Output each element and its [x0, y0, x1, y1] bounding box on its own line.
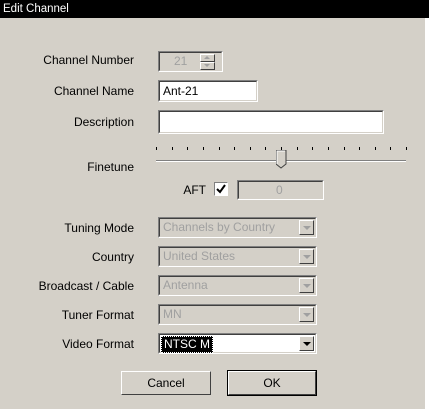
aft-value-field: 0: [237, 180, 324, 200]
window-title: Edit Channel: [3, 3, 69, 15]
channel-name-value: Ant-21: [163, 84, 199, 98]
channel-number-value: 21: [174, 54, 188, 68]
tuner-format-select[interactable]: MN: [158, 304, 317, 325]
slider-tick: [172, 147, 173, 150]
country-value: United States: [163, 249, 236, 263]
country-select[interactable]: United States: [158, 246, 317, 267]
broadcast-cable-label: Broadcast / Cable: [38, 279, 134, 293]
aft-checkbox[interactable]: [214, 182, 228, 196]
slider-tick: [219, 147, 220, 150]
video-format-label: Video Format: [62, 337, 134, 351]
tuning-mode-label: Tuning Mode: [64, 221, 134, 235]
chevron-down-icon[interactable]: [299, 249, 314, 264]
chevron-down-icon[interactable]: [299, 307, 314, 322]
slider-tick: [312, 147, 313, 150]
channel-name-label: Channel Name: [53, 84, 134, 98]
slider-thumb-icon[interactable]: [275, 149, 287, 169]
edit-channel-dialog: Channel Number 21 Channel Name Ant-21 De…: [0, 18, 425, 409]
cancel-button[interactable]: Cancel: [121, 371, 211, 395]
slider-tick: [203, 147, 204, 150]
description-input[interactable]: [158, 110, 384, 134]
slider-tick: [265, 147, 266, 150]
slider-tick: [250, 147, 251, 150]
slider-tick: [344, 147, 345, 150]
tuning-mode-select[interactable]: Channels by Country: [158, 217, 317, 238]
spinner-down-icon[interactable]: [200, 62, 215, 70]
chevron-down-icon[interactable]: [299, 220, 314, 235]
aft-value: 0: [276, 183, 283, 197]
broadcast-cable-select[interactable]: Antenna: [158, 275, 317, 296]
spinner-up-icon[interactable]: [200, 54, 215, 62]
title-bar: Edit Channel: [0, 0, 429, 18]
window-edge: [425, 18, 429, 409]
channel-number-spinner[interactable]: 21: [158, 51, 223, 72]
finetune-label: Finetune: [87, 160, 134, 174]
aft-label: AFT: [183, 183, 206, 197]
slider-tick: [187, 147, 188, 150]
description-label: Description: [73, 115, 134, 129]
slider-tick: [375, 147, 376, 150]
video-format-select[interactable]: NTSC M: [158, 333, 317, 354]
slider-tick: [390, 147, 391, 150]
channel-name-input[interactable]: Ant-21: [158, 80, 258, 102]
slider-tick: [297, 147, 298, 150]
checkbox-check-icon: [216, 184, 226, 194]
tuning-mode-value: Channels by Country: [163, 220, 276, 234]
chevron-down-icon[interactable]: [299, 336, 314, 351]
ok-button[interactable]: OK: [227, 370, 317, 396]
tuner-format-value: MN: [163, 307, 182, 321]
broadcast-cable-value: Antenna: [163, 278, 208, 292]
chevron-down-icon[interactable]: [299, 278, 314, 293]
video-format-value: NTSC M: [161, 336, 213, 353]
slider-tick: [234, 147, 235, 150]
country-label: Country: [91, 250, 134, 264]
slider-tick: [359, 147, 360, 150]
finetune-slider[interactable]: [150, 143, 412, 173]
tuner-format-label: Tuner Format: [61, 308, 134, 322]
slider-tick: [328, 147, 329, 150]
slider-tick: [406, 147, 407, 150]
channel-number-label: Channel Number: [43, 53, 134, 67]
slider-tick: [156, 147, 157, 150]
